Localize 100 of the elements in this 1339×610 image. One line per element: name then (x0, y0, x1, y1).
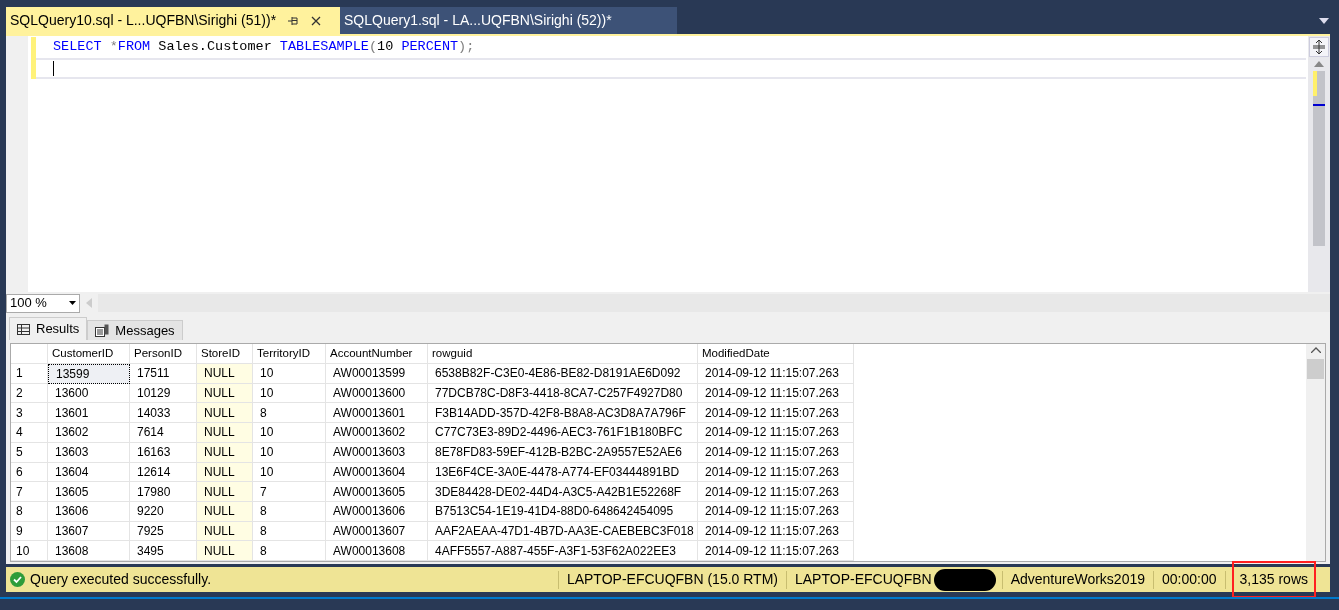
row-number: 7 (11, 482, 48, 502)
table-cell: AW00013608 (326, 541, 428, 562)
table-cell: AW00013603 (326, 442, 428, 463)
table-cell: 8 (253, 541, 326, 562)
caret-position-marker (1313, 104, 1325, 106)
column-header[interactable]: AccountNumber (326, 344, 428, 364)
table-cell: 2014-09-12 11:15:07.263 (698, 462, 854, 483)
table-cell: NULL (197, 442, 253, 463)
table-cell: 2014-09-12 11:15:07.263 (698, 541, 854, 562)
grid-icon (17, 323, 30, 335)
dropdown-arrow-icon[interactable] (1319, 18, 1329, 24)
table-cell: 13607 (48, 521, 130, 542)
scroll-up-icon[interactable] (1310, 347, 1321, 353)
table-cell: 13603 (48, 442, 130, 463)
table-cell: AW00013607 (326, 521, 428, 542)
status-text: AdventureWorks2019 (1009, 570, 1146, 589)
table-cell: 13602 (48, 423, 130, 443)
caret-icon (69, 301, 76, 305)
table-cell: C77C73E3-89D2-4496-AEC3-761F1B180BFC (428, 423, 698, 443)
document-icon (95, 324, 110, 337)
table-cell: 10 (253, 383, 326, 404)
code-line: SELECT *FROM Sales.Customer TABLESAMPLE(10 PERCENT); (52, 38, 476, 57)
row-number: 3 (11, 403, 48, 424)
change-marker (1313, 71, 1317, 96)
results-tab[interactable]: Results (9, 317, 88, 340)
split-icon (1313, 40, 1325, 54)
table-cell: 7 (253, 482, 326, 502)
document-tab[interactable]: SQLQuery1.sql - LA...UQFBN\Sirighi (52))* (340, 7, 677, 34)
table-cell: 10 (253, 462, 326, 483)
table-cell: NULL (197, 541, 253, 562)
table-cell: 10 (253, 363, 326, 384)
table-cell: NULL (197, 521, 253, 542)
table-cell: NULL (197, 462, 253, 483)
table-cell: NULL (197, 363, 253, 384)
table-cell: 10 (253, 442, 326, 463)
table-cell: 3DE84428-DE02-44D4-A3C5-A42B1E52268F (428, 482, 698, 502)
table-cell: 13604 (48, 462, 130, 483)
table-cell: F3B14ADD-357D-42F8-B8A8-AC3D8A7A796F (428, 403, 698, 424)
table-cell: AW00013602 (326, 423, 428, 443)
table-cell: AW00013601 (326, 403, 428, 424)
table-cell: 13606 (48, 501, 130, 522)
row-number: 4 (11, 423, 48, 443)
close-icon[interactable] (311, 15, 322, 26)
table-cell: 2014-09-12 11:15:07.263 (698, 442, 854, 463)
row-number: 2 (11, 383, 48, 404)
table-cell: B7513C54-1E19-41D4-88D0-648642454095 (428, 501, 698, 522)
zoom-dropdown[interactable]: 100 % (6, 293, 80, 313)
table-cell: AW00013599 (326, 363, 428, 384)
table-cell: AW00013605 (326, 482, 428, 502)
scrollbar-thumb[interactable] (1307, 359, 1324, 379)
table-cell: AW00013606 (326, 501, 428, 522)
column-header[interactable]: CustomerID (48, 344, 130, 364)
results-tab[interactable]: Messages (87, 320, 183, 340)
scroll-up-icon[interactable] (1314, 61, 1324, 67)
document-tab[interactable]: SQLQuery10.sql - L...UQFBN\Sirighi (51))* (6, 7, 340, 34)
table-cell: 13599 (48, 363, 130, 384)
table-cell: AW00013604 (326, 462, 428, 483)
column-header[interactable]: ModifiedDate (698, 344, 854, 364)
table-cell: 2014-09-12 11:15:07.263 (698, 501, 854, 522)
table-cell: 13E6F4CE-3A0E-4478-A774-EF03444891BD (428, 462, 698, 483)
table-cell: 2014-09-12 11:15:07.263 (698, 482, 854, 502)
table-cell: NULL (197, 403, 253, 424)
table-cell: 77DCB78C-D8F3-4418-8CA7-C257F4927D80 (428, 383, 698, 404)
table-cell: NULL (197, 383, 253, 404)
table-cell: NULL (197, 501, 253, 522)
table-cell: 8 (253, 521, 326, 542)
table-cell: 4AFF5557-A887-455F-A3F1-53F62A022EE3 (428, 541, 698, 562)
success-check-icon (10, 572, 25, 587)
status-text: LAPTOP-EFCUQFBN (794, 570, 933, 589)
table-cell: 8 (253, 501, 326, 522)
table-cell: AAF2AEAA-47D1-4B7D-AA3E-CAEBEBC3F018 (428, 521, 698, 542)
row-number: 5 (11, 442, 48, 463)
row-number: 10 (11, 541, 48, 562)
column-header[interactable]: StoreID (197, 344, 253, 364)
scrollbar-track[interactable] (1313, 71, 1325, 246)
table-cell: 13605 (48, 482, 130, 502)
row-number: 8 (11, 501, 48, 522)
status-text: LAPTOP-EFCUQFBN (15.0 RTM) (565, 570, 779, 589)
table-cell: NULL (197, 482, 253, 502)
column-header[interactable]: PersonID (130, 344, 197, 364)
column-header[interactable]: TerritoryID (253, 344, 326, 364)
status-message: Query executed successfully. (30, 570, 212, 589)
table-cell: 2014-09-12 11:15:07.263 (698, 383, 854, 404)
table-cell: 13600 (48, 383, 130, 404)
split-button[interactable] (1309, 37, 1329, 57)
table-cell: 2014-09-12 11:15:07.263 (698, 363, 854, 384)
table-cell: 2014-09-12 11:15:07.263 (698, 403, 854, 424)
horizontal-scrollbar[interactable] (98, 294, 1330, 312)
table-cell: 8 (253, 403, 326, 424)
status-text: 00:00:00 (1161, 570, 1218, 589)
table-cell: 10 (253, 423, 326, 443)
tab-title: SQLQuery1.sql - LA...UQFBN\Sirighi (52))* (344, 11, 612, 30)
row-number: 6 (11, 462, 48, 483)
pin-icon[interactable] (288, 15, 300, 26)
tab-title: SQLQuery10.sql - L...UQFBN\Sirighi (51))* (10, 11, 277, 30)
table-cell: 8E78FD83-59EF-412B-B2BC-2A9557E52AE6 (428, 442, 698, 463)
text-caret (53, 61, 54, 76)
column-header[interactable]: rowguid (428, 344, 698, 364)
table-cell: 13601 (48, 403, 130, 424)
table-cell: 2014-09-12 11:15:07.263 (698, 521, 854, 542)
